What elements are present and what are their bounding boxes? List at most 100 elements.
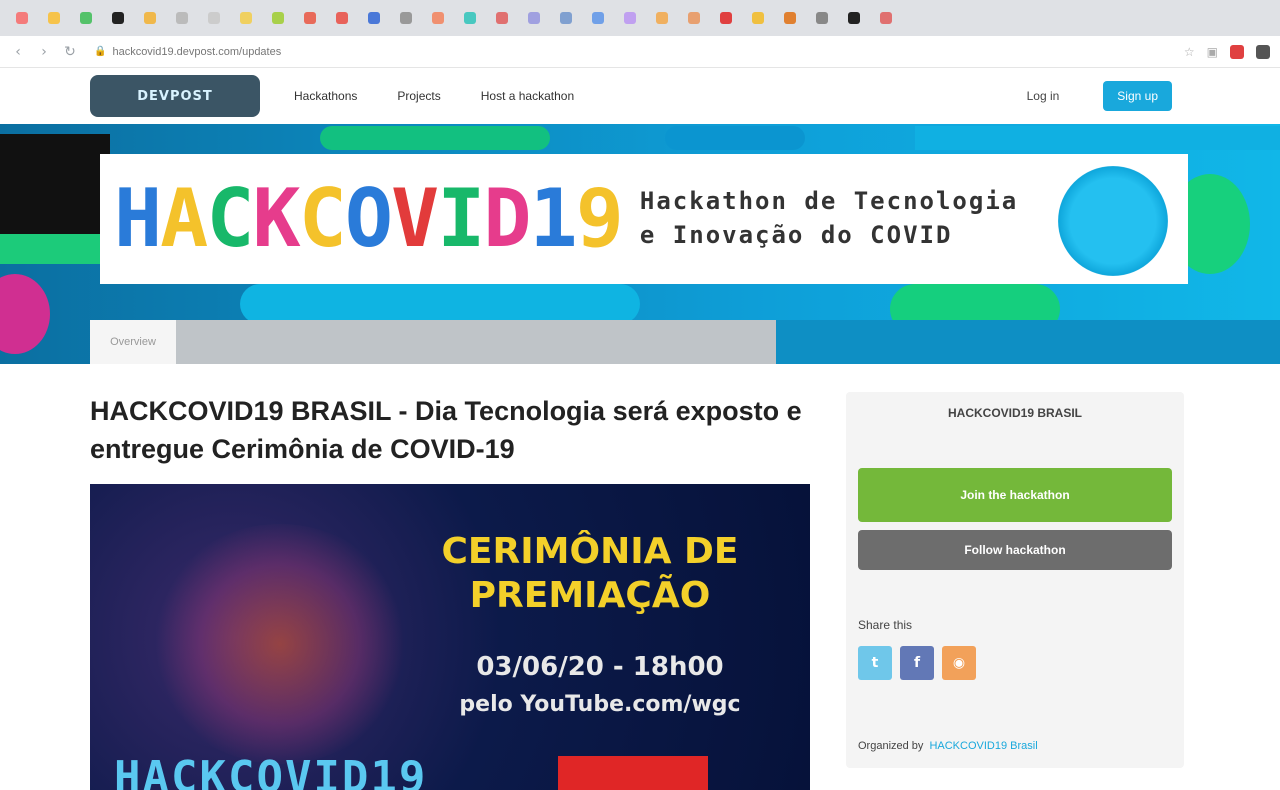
banner-tab-strip: Overview — [90, 320, 1280, 364]
browser-tab[interactable] — [712, 7, 740, 29]
browser-tab[interactable] — [168, 7, 196, 29]
nav-hackathons[interactable]: Hackathons — [294, 89, 357, 103]
banner-title-letter: 9 — [575, 172, 624, 265]
tab-favicon-icon — [592, 12, 604, 24]
browser-tab[interactable] — [808, 7, 836, 29]
signup-button[interactable]: Sign up — [1103, 81, 1172, 111]
image-red-block — [558, 756, 708, 790]
reload-icon[interactable]: ↻ — [62, 44, 78, 60]
browser-tab[interactable] — [296, 7, 324, 29]
banner-decoration — [665, 126, 805, 150]
browser-tab[interactable] — [360, 7, 388, 29]
url-text: hackcovid19.devpost.com/updates — [112, 45, 282, 58]
banner-subtitle: Hackathon de Tecnologia e Inovação do CO… — [640, 185, 1018, 252]
hackathon-banner: HACKCOVID19 Hackathon de Tecnologia e In… — [0, 124, 1280, 364]
tab-favicon-icon — [400, 12, 412, 24]
tab-favicon-icon — [496, 12, 508, 24]
browser-tab[interactable] — [520, 7, 548, 29]
banner-tab-strip-fill — [176, 320, 776, 364]
site-logo[interactable]: DEVPOST — [90, 75, 260, 117]
browser-tab[interactable] — [456, 7, 484, 29]
tab-favicon-icon — [784, 12, 796, 24]
browser-tab[interactable] — [872, 7, 900, 29]
browser-tab[interactable] — [680, 7, 708, 29]
tab-favicon-icon — [432, 12, 444, 24]
browser-tab-bar — [0, 0, 1280, 36]
banner-title-letter: C — [206, 172, 254, 265]
tab-favicon-icon — [336, 12, 348, 24]
browser-tab[interactable] — [744, 7, 772, 29]
banner-decoration — [0, 134, 110, 234]
star-icon[interactable]: ☆ — [1184, 45, 1195, 59]
image-bottom-title: HACKCOVID19 — [114, 752, 428, 790]
organizer-link[interactable]: HACKCOVID19 Brasil — [929, 740, 1037, 752]
banner-subtitle-line: Hackathon de Tecnologia — [639, 187, 1019, 216]
browser-tab[interactable] — [840, 7, 868, 29]
extension-icon[interactable] — [1230, 44, 1244, 59]
browser-tab[interactable] — [200, 7, 228, 29]
extension-icon[interactable]: ▣ — [1207, 45, 1218, 59]
follow-hackathon-button[interactable]: Follow hackathon — [858, 530, 1172, 570]
browser-tab[interactable] — [392, 7, 420, 29]
browser-tab[interactable] — [8, 7, 36, 29]
forward-icon[interactable]: › — [36, 44, 52, 60]
tab-favicon-icon — [880, 12, 892, 24]
tab-favicon-icon — [112, 12, 124, 24]
tab-favicon-icon — [144, 12, 156, 24]
browser-tab[interactable] — [328, 7, 356, 29]
tab-favicon-icon — [368, 12, 380, 24]
tab-favicon-icon — [528, 12, 540, 24]
nav-host-hackathon[interactable]: Host a hackathon — [481, 89, 574, 103]
profile-icon[interactable] — [1256, 44, 1270, 59]
share-buttons: t f ◉ — [858, 646, 976, 680]
browser-tab[interactable] — [104, 7, 132, 29]
banner-title-letter: V — [391, 172, 439, 265]
browser-tab[interactable] — [488, 7, 516, 29]
browser-tab[interactable] — [552, 7, 580, 29]
tab-favicon-icon — [176, 12, 188, 24]
share-label: Share this — [858, 618, 913, 632]
browser-tab[interactable] — [40, 7, 68, 29]
tab-favicon-icon — [80, 12, 92, 24]
browser-tab[interactable] — [616, 7, 644, 29]
article-image: CERIMÔNIA DE PREMIAÇÃO 03/06/20 - 18h00 … — [90, 484, 810, 790]
tab-favicon-icon — [720, 12, 732, 24]
twitter-icon[interactable]: t — [858, 646, 892, 680]
browser-tab[interactable] — [264, 7, 292, 29]
browser-tab[interactable] — [424, 7, 452, 29]
tab-favicon-icon — [688, 12, 700, 24]
sidebar-heading: HACKCOVID19 BRASIL — [947, 406, 1082, 420]
virus-icon — [1058, 166, 1168, 276]
browser-tab[interactable] — [136, 7, 164, 29]
tab-favicon-icon — [464, 12, 476, 24]
join-hackathon-button[interactable]: Join the hackathon — [858, 468, 1172, 522]
tab-favicon-icon — [752, 12, 764, 24]
browser-tab[interactable] — [72, 7, 100, 29]
rss-icon[interactable]: ◉ — [942, 646, 976, 680]
tab-favicon-icon — [16, 12, 28, 24]
browser-tab[interactable] — [648, 7, 676, 29]
organizer: Organized by HACKCOVID19 Brasil — [858, 740, 1038, 752]
browser-tab[interactable] — [776, 7, 804, 29]
facebook-icon[interactable]: f — [900, 646, 934, 680]
browser-tab[interactable] — [232, 7, 260, 29]
lock-icon: 🔒 — [94, 46, 107, 57]
browser-tab[interactable] — [584, 7, 612, 29]
banner-title-letter: C — [298, 172, 347, 265]
banner-decoration — [0, 274, 50, 354]
banner-subtitle-line: e Inovação do COVID — [639, 221, 953, 249]
tab-favicon-icon — [240, 12, 252, 24]
banner-decoration — [320, 126, 550, 150]
back-icon[interactable]: ‹ — [10, 44, 26, 60]
image-heading: CERIMÔNIA DE PREMIAÇÃO — [441, 531, 739, 616]
tab-favicon-icon — [624, 12, 636, 24]
tab-favicon-icon — [272, 12, 284, 24]
banner-decoration — [0, 234, 100, 264]
nav-projects[interactable]: Projects — [397, 89, 440, 103]
tab-overview[interactable]: Overview — [90, 320, 176, 364]
article-title: HACKCOVID19 BRASIL - Dia Tecnologia será… — [90, 396, 802, 464]
banner-decoration — [240, 284, 640, 324]
address-bar[interactable]: 🔒 hackcovid19.devpost.com/updates — [88, 40, 788, 63]
tab-favicon-icon — [656, 12, 668, 24]
login-link[interactable]: Log in — [1027, 89, 1060, 103]
